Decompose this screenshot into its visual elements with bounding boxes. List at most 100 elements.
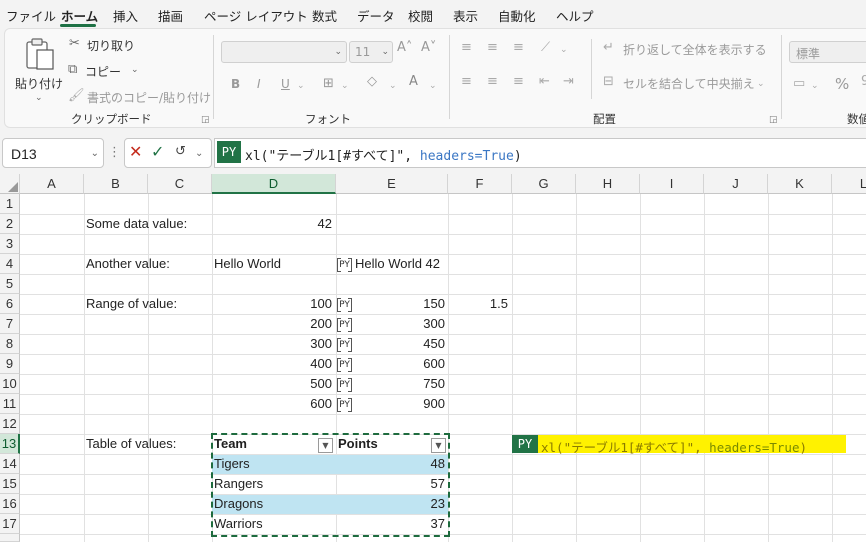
chevron-down-icon[interactable]: ⌄ <box>131 63 139 77</box>
row-header-12[interactable]: 12 <box>0 414 20 434</box>
currency-icon[interactable]: ▭ <box>793 77 805 91</box>
decrease-font-icon[interactable]: A˅ <box>421 41 436 55</box>
cell-d10[interactable]: 500 <box>214 374 332 394</box>
orientation-icon[interactable]: ⟋ <box>541 41 550 55</box>
borders-icon[interactable]: ⊞ <box>323 77 334 91</box>
menu-file[interactable]: ファイル <box>6 6 56 25</box>
formula-input[interactable]: PY xl("テーブル1[#すべて]", headers=True) <box>214 138 866 168</box>
python-object-icon[interactable]: PY <box>337 338 352 352</box>
font-family-dropdown[interactable]: ⌄ <box>221 41 347 63</box>
column-header-f[interactable]: F <box>448 174 512 194</box>
chevron-down-icon[interactable]: ⌄ <box>429 79 437 93</box>
font-color-icon[interactable]: A <box>409 75 418 89</box>
wrap-text-button[interactable]: 折り返して全体を表示する <box>623 41 767 58</box>
increase-indent-icon[interactable]: ⇥ <box>563 75 574 89</box>
comma-style-icon[interactable]: 9 <box>861 75 866 89</box>
row-header-17[interactable]: 17 <box>0 514 20 534</box>
number-format-dropdown[interactable]: 標準 <box>789 41 866 63</box>
python-object-icon[interactable]: PY <box>337 358 352 372</box>
row-header-15[interactable]: 15 <box>0 474 20 494</box>
row-header-16[interactable]: 16 <box>0 494 20 514</box>
column-header-i[interactable]: I <box>640 174 704 194</box>
cell-f6[interactable]: 1.5 <box>450 294 508 314</box>
fill-color-icon[interactable]: ◇ <box>367 75 377 89</box>
menu-review[interactable]: 校閲 <box>408 6 433 25</box>
format-painter-button[interactable]: 書式のコピー/貼り付け <box>87 89 211 106</box>
align-bottom-icon[interactable]: ≡ <box>513 41 524 55</box>
cell-e10[interactable]: 750 <box>354 374 445 394</box>
enter-check-icon[interactable]: ✓ <box>151 144 164 160</box>
column-header-a[interactable]: A <box>20 174 84 194</box>
cell-b4[interactable]: Another value: <box>86 254 170 274</box>
row-header-5[interactable]: 5 <box>0 274 20 294</box>
cell-d8[interactable]: 300 <box>214 334 332 354</box>
cell-d4[interactable]: Hello World <box>214 254 281 274</box>
cell-e9[interactable]: 600 <box>354 354 445 374</box>
merge-center-button[interactable]: セルを結合して中央揃え <box>623 75 755 92</box>
row-header-14[interactable]: 14 <box>0 454 20 474</box>
cell-e6[interactable]: 150 <box>354 294 445 314</box>
menu-view[interactable]: 表示 <box>453 6 478 25</box>
copy-button[interactable]: コピー <box>85 63 121 80</box>
chevron-down-icon[interactable]: ⌄ <box>91 147 99 161</box>
row-header-4[interactable]: 4 <box>0 254 20 274</box>
row-header-11[interactable]: 11 <box>0 394 20 414</box>
cancel-icon[interactable]: ✕ <box>129 144 142 160</box>
menu-draw[interactable]: 描画 <box>158 6 183 25</box>
row-header-6[interactable]: 6 <box>0 294 20 314</box>
cut-button[interactable]: 切り取り <box>87 37 135 54</box>
cell-d11[interactable]: 600 <box>214 394 332 414</box>
row-header-18[interactable] <box>0 534 20 542</box>
python-cell-formula[interactable]: xl("テーブル1[#すべて]", headers=True) <box>541 437 807 456</box>
spreadsheet-grid[interactable]: A B C D E F G H I J K L 1 2 3 4 5 6 7 8 … <box>0 174 866 542</box>
row-header-2[interactable]: 2 <box>0 214 20 234</box>
paste-button[interactable]: 貼り付け ⌄ <box>11 35 65 103</box>
chevron-down-icon[interactable]: ⌄ <box>389 79 397 93</box>
bold-button[interactable]: B <box>231 77 240 91</box>
align-top-icon[interactable]: ≡ <box>461 41 472 55</box>
more-options-icon[interactable]: ⋮ <box>108 146 121 160</box>
italic-button[interactable]: I <box>257 77 261 91</box>
python-object-icon[interactable]: PY <box>337 398 352 412</box>
align-center-icon[interactable]: ≡ <box>487 75 498 89</box>
dialog-launcher-icon[interactable]: ◲ <box>201 115 210 125</box>
column-header-c[interactable]: C <box>148 174 212 194</box>
row-header-9[interactable]: 9 <box>0 354 20 374</box>
underline-button[interactable]: U <box>281 77 290 91</box>
python-object-icon[interactable]: PY <box>337 318 352 332</box>
column-header-j[interactable]: J <box>704 174 768 194</box>
cell-e11[interactable]: 900 <box>354 394 445 414</box>
python-object-icon[interactable]: PY <box>337 258 352 272</box>
row-header-3[interactable]: 3 <box>0 234 20 254</box>
cell-d6[interactable]: 100 <box>214 294 332 314</box>
chevron-down-icon[interactable]: ⌄ <box>195 147 203 161</box>
font-size-dropdown[interactable]: 11 ⌄ <box>349 41 393 63</box>
cell-e7[interactable]: 300 <box>354 314 445 334</box>
chevron-down-icon[interactable]: ⌄ <box>297 79 305 93</box>
align-middle-icon[interactable]: ≡ <box>487 41 498 55</box>
dialog-launcher-icon[interactable]: ◲ <box>769 115 778 125</box>
row-header-10[interactable]: 10 <box>0 374 20 394</box>
cell-e8[interactable]: 450 <box>354 334 445 354</box>
menu-formulas[interactable]: 数式 <box>312 6 337 25</box>
increase-font-icon[interactable]: A˄ <box>397 41 412 55</box>
menu-page-layout[interactable]: ページ レイアウト <box>204 6 308 25</box>
percent-button[interactable]: % <box>835 75 849 93</box>
chevron-down-icon[interactable]: ⌄ <box>341 79 349 93</box>
column-header-h[interactable]: H <box>576 174 640 194</box>
align-right-icon[interactable]: ≡ <box>513 75 524 89</box>
row-header-1[interactable]: 1 <box>0 194 20 214</box>
menu-data[interactable]: データ <box>357 6 395 25</box>
column-header-g[interactable]: G <box>512 174 576 194</box>
python-object-icon[interactable]: PY <box>337 298 352 312</box>
cell-d2[interactable]: 42 <box>214 214 332 234</box>
cell-b6[interactable]: Range of value: <box>86 294 177 314</box>
menu-insert[interactable]: 挿入 <box>113 6 138 25</box>
name-box[interactable]: D13 ⌄ <box>2 138 104 168</box>
select-all-corner[interactable] <box>0 174 20 194</box>
column-header-l[interactable]: L <box>832 174 866 194</box>
menu-automate[interactable]: 自動化 <box>498 6 536 25</box>
column-header-b[interactable]: B <box>84 174 148 194</box>
python-output-icon[interactable]: ↺ <box>175 145 186 159</box>
python-object-icon[interactable]: PY <box>337 378 352 392</box>
